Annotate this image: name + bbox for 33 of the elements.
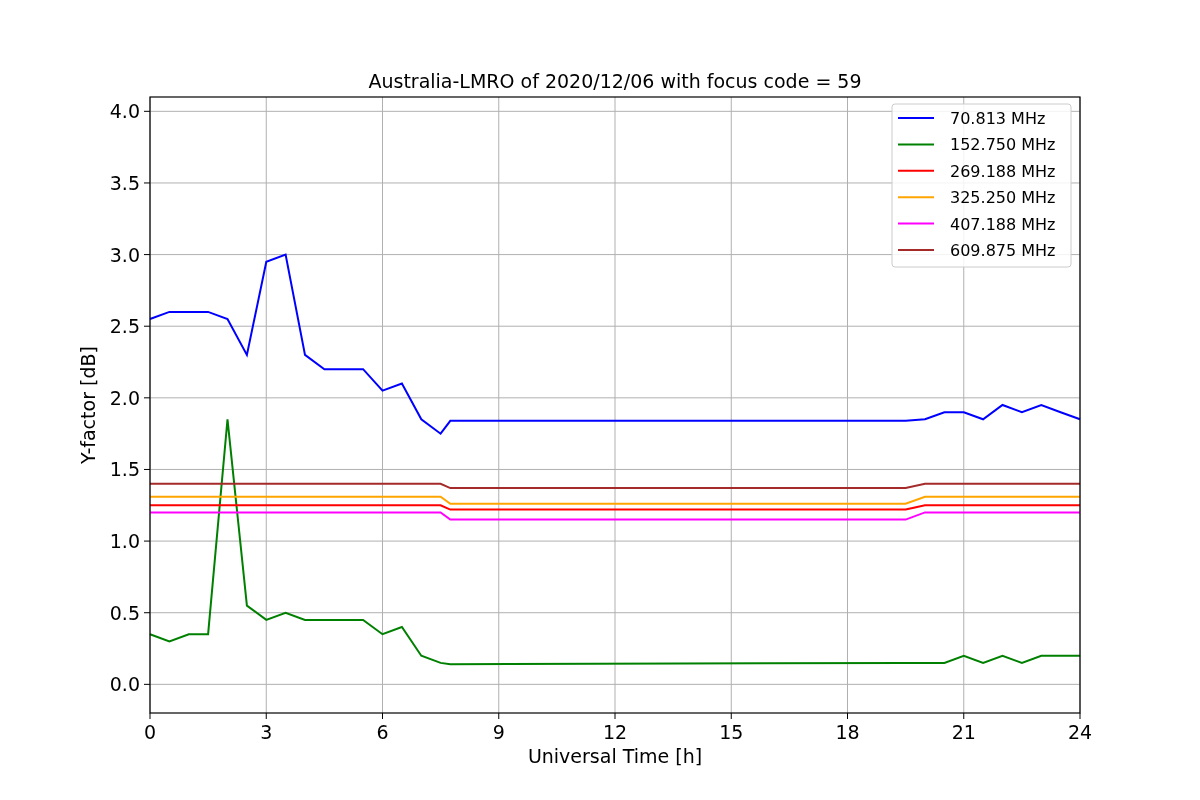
- y-tick-label: 1.5: [109, 458, 140, 481]
- x-tick-label: 18: [835, 721, 860, 743]
- y-tick-label: 2.5: [109, 315, 140, 338]
- y-tick-label: 4.0: [109, 100, 140, 123]
- legend-line-icon: [897, 222, 935, 225]
- legend-line-icon: [897, 169, 935, 172]
- legend-label: 152.750 MHz: [950, 135, 1056, 155]
- legend-line-icon: [897, 249, 935, 251]
- x-tick-label: 24: [1067, 721, 1093, 743]
- y-tick-label: 0.0: [109, 673, 140, 696]
- y-tick-label: 3.0: [109, 243, 140, 266]
- legend-label: 609.875 MHz: [950, 241, 1056, 260]
- x-tick-label: 21: [951, 721, 976, 743]
- x-tick-label: 3: [260, 721, 273, 743]
- legend-label: 70.813 MHz: [950, 109, 1046, 128]
- x-tick-label: 6: [376, 721, 389, 743]
- legend-line-icon: [897, 117, 935, 119]
- chart-title: Australia-LMRO of 2020/12/06 with focus code = 59: [368, 70, 862, 92]
- legend-line-icon: [897, 196, 935, 199]
- y-tick-label: 2.0: [109, 386, 140, 409]
- legend-label: 407.188 MHz: [950, 214, 1056, 234]
- x-tick-label: 0: [143, 721, 157, 743]
- x-tick-label: 15: [719, 721, 744, 743]
- legend-label: 269.188 MHz: [950, 161, 1056, 181]
- legend-label: 325.250 MHz: [950, 188, 1056, 208]
- x-axis-label: Universal Time [h]: [527, 745, 703, 767]
- y-tick-label: 3.5: [109, 171, 140, 194]
- x-tick-label: 9: [492, 721, 505, 743]
- y-axis-label: Y-factor [dB]: [77, 346, 99, 464]
- x-tick-label: 12: [602, 721, 628, 743]
- y-tick-label: 1.0: [109, 530, 140, 553]
- legend-line-icon: [897, 143, 935, 146]
- y-tick-label: 0.5: [109, 601, 140, 624]
